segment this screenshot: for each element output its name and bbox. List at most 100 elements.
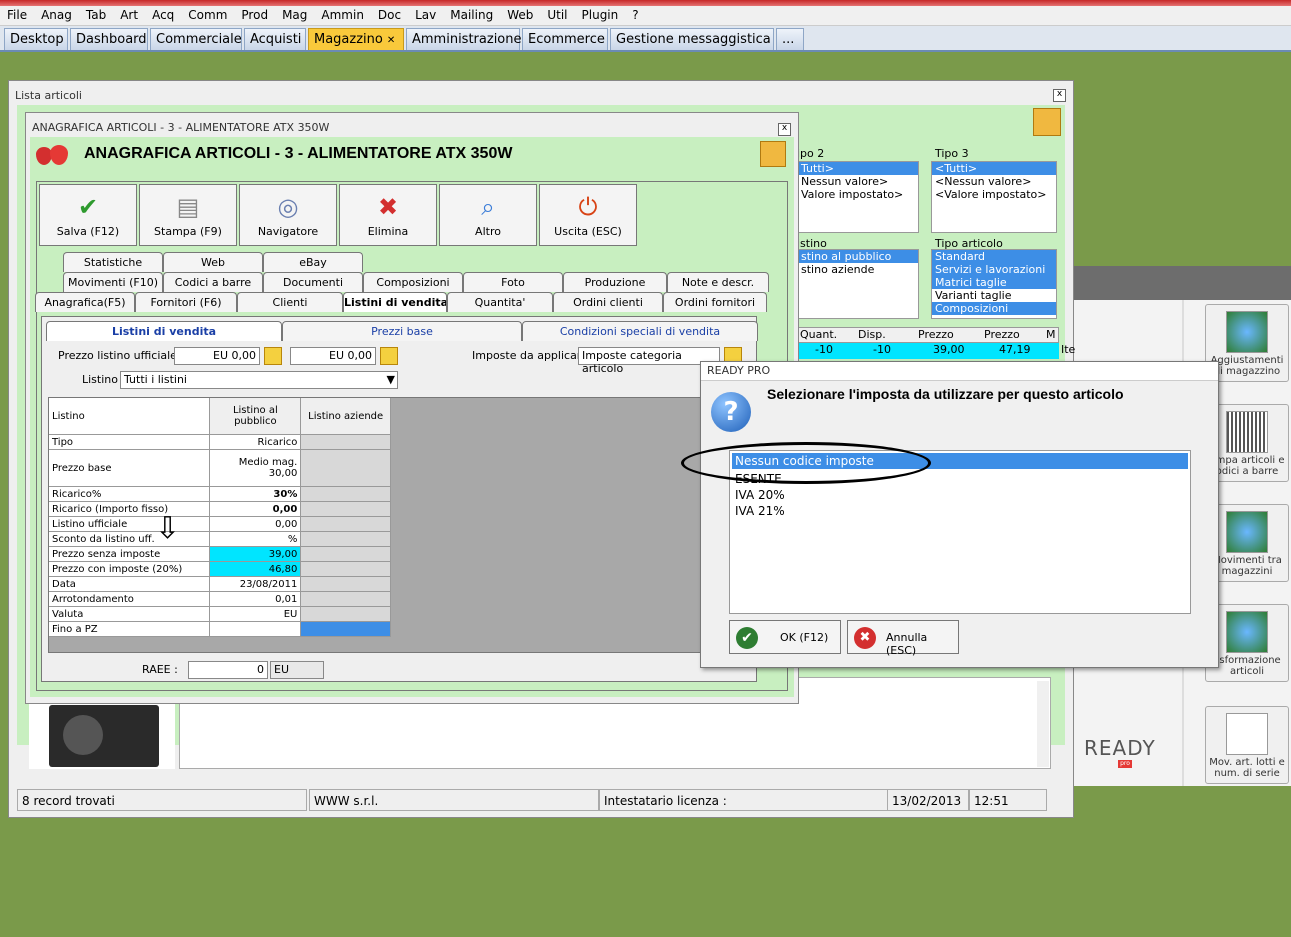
scrollbar[interactable] [1037,681,1049,767]
close-icon[interactable]: x [778,123,791,136]
list-item[interactable]: Composizioni [932,302,1056,315]
menu-item[interactable]: Plugin [575,6,626,24]
row-value[interactable]: 23/08/2011 [209,576,302,592]
tipo3-list[interactable]: <Tutti> <Nessun valore> <Valore impostato> [931,161,1057,233]
tab-clienti[interactable]: Clienti [237,292,343,312]
ok-button[interactable]: ✔ OK (F12) [729,620,841,654]
table-row[interactable]: Prezzo con imposte (20%) 46,80 [49,561,391,577]
delete-button[interactable]: ✖ Elimina [339,184,437,246]
subtab-listini-di-vendita[interactable]: Listini di vendita [46,321,282,341]
prezzo-listino-field-2[interactable]: EU 0,00 [290,347,376,365]
list-item[interactable]: stino al pubblico [798,250,918,263]
row-value[interactable]: 30% [209,486,302,502]
subtab-condizioni-speciali-di-vendita[interactable]: Condizioni speciali di vendita [522,321,758,341]
tab-ecommerce[interactable]: Ecommerce [522,28,608,50]
tab-web[interactable]: Web [163,252,263,272]
table-row[interactable]: Sconto da listino uff.% [49,531,391,547]
table-row[interactable]: Arrotondamento 0,01 [49,591,391,607]
menu-item[interactable]: Mailing [443,6,500,24]
aziende-cell[interactable] [300,591,391,607]
aziende-cell[interactable] [300,501,391,517]
row-value[interactable]: 39,00 [209,546,302,562]
tab-commerciale[interactable]: Commerciale [150,28,242,50]
print-button[interactable]: ▤ Stampa (F9) [139,184,237,246]
tab-statistiche[interactable]: Statistiche [63,252,163,272]
menu-item[interactable]: Anag [34,6,79,24]
aziende-cell[interactable] [300,606,391,622]
side-button[interactable]: Mov. art. lotti e num. di serie [1205,706,1289,784]
table-row[interactable]: Listino ufficiale 0,00 [49,516,391,532]
menu-item[interactable]: Tab [79,6,113,24]
row-value[interactable]: Medio mag. 30,00 [209,449,302,487]
list-item[interactable]: Valore impostato> [798,188,918,201]
navigator-button[interactable]: ◎ Navigatore [239,184,337,246]
table-row[interactable]: Valuta EU [49,606,391,622]
table-row[interactable]: Data 23/08/2011 [49,576,391,592]
row-value[interactable]: 0,00 [209,516,302,532]
row-value[interactable]: 0,01 [209,591,302,607]
row-value[interactable] [209,621,302,637]
menu-item[interactable]: Doc [371,6,408,24]
close-icon[interactable]: ✕ [387,35,395,46]
listino-filter-list[interactable]: stino al pubblico stino aziende [797,249,919,319]
tab-quantita-[interactable]: Quantita' [447,292,553,312]
tab-listini-di-vendita[interactable]: Listini di vendita [343,292,447,312]
tab-magazzino[interactable]: Magazzino ✕ [308,28,404,50]
tab-anagrafica-f-[interactable]: Anagrafica(F5) [35,292,135,312]
tab-ordini-clienti[interactable]: Ordini clienti [553,292,663,312]
subtab-prezzi-base[interactable]: Prezzi base [282,321,522,341]
folder-icon[interactable] [264,347,282,365]
menu-item[interactable]: Comm [181,6,234,24]
list-item[interactable]: Nessun valore> [798,175,918,188]
menu-item[interactable]: Acq [145,6,181,24]
menu-item[interactable]: Art [113,6,145,24]
tab-composizioni[interactable]: Composizioni [363,272,463,292]
list-item[interactable]: IVA 20% [732,487,1188,503]
aziende-cell[interactable] [300,516,391,532]
row-value[interactable]: 0,00 [209,501,302,517]
tab-amministrazione[interactable]: Amministrazione [406,28,522,50]
tab-foto[interactable]: Foto [463,272,563,292]
list-item[interactable]: IVA 21% [732,503,1188,519]
aziende-cell[interactable] [300,486,391,502]
table-row[interactable]: Ricarico (Importo fisso) 0,00 [49,501,391,517]
tab-codici-a-barre[interactable]: Codici a barre [163,272,263,292]
row-value[interactable]: EU [209,606,302,622]
aziende-cell[interactable] [300,531,391,547]
table-row[interactable]: Prezzo senza imposte 39,00 [49,546,391,562]
tab-documenti[interactable]: Documenti [263,272,363,292]
aziende-cell[interactable] [300,576,391,592]
aziende-cell[interactable] [300,546,391,562]
menu-item[interactable]: Prod [234,6,275,24]
list-item[interactable]: <Tutti> [932,162,1056,175]
row-value[interactable]: Ricarico [209,434,302,450]
list-item[interactable]: Varianti taglie [932,289,1056,302]
aziende-cell[interactable] [300,434,391,450]
table-row[interactable]: Fino a PZ [49,621,391,637]
imposte-field[interactable]: Imposte categoria articolo [578,347,720,375]
row-value[interactable]: % [209,531,302,547]
more-button[interactable]: ⌕ Altro [439,184,537,246]
list-item[interactable]: stino aziende [798,263,918,276]
raee-field[interactable]: 0 [188,661,268,679]
list-item[interactable]: <Valore impostato> [932,188,1056,201]
tab--[interactable]: ... [776,28,804,50]
tab-note-e-descr-[interactable]: Note e descr. [667,272,769,292]
table-row[interactable]: Tipo Ricarico [49,434,391,450]
tipo2-list[interactable]: Tutti> Nessun valore> Valore impostato> [797,161,919,233]
table-row[interactable]: Prezzo base Medio mag. 30,00 [49,449,391,487]
aziende-cell[interactable] [300,561,391,577]
tab-produzione[interactable]: Produzione [563,272,667,292]
tab-desktop[interactable]: Desktop [4,28,68,50]
row-value[interactable]: 46,80 [209,561,302,577]
tab-fornitori-f-[interactable]: Fornitori (F6) [135,292,237,312]
tab-movimenti-f-[interactable]: Movimenti (F10) [63,272,163,292]
aziende-cell[interactable] [300,621,391,637]
menu-item[interactable]: Ammin [314,6,371,24]
list-item[interactable]: Standard [932,250,1056,263]
menu-item[interactable]: Mag [275,6,314,24]
prezzo-listino-field[interactable]: EU 0,00 [174,347,260,365]
table-row[interactable]: Ricarico% 30% [49,486,391,502]
menu-item[interactable]: Util [540,6,574,24]
aziende-cell[interactable] [300,449,391,487]
